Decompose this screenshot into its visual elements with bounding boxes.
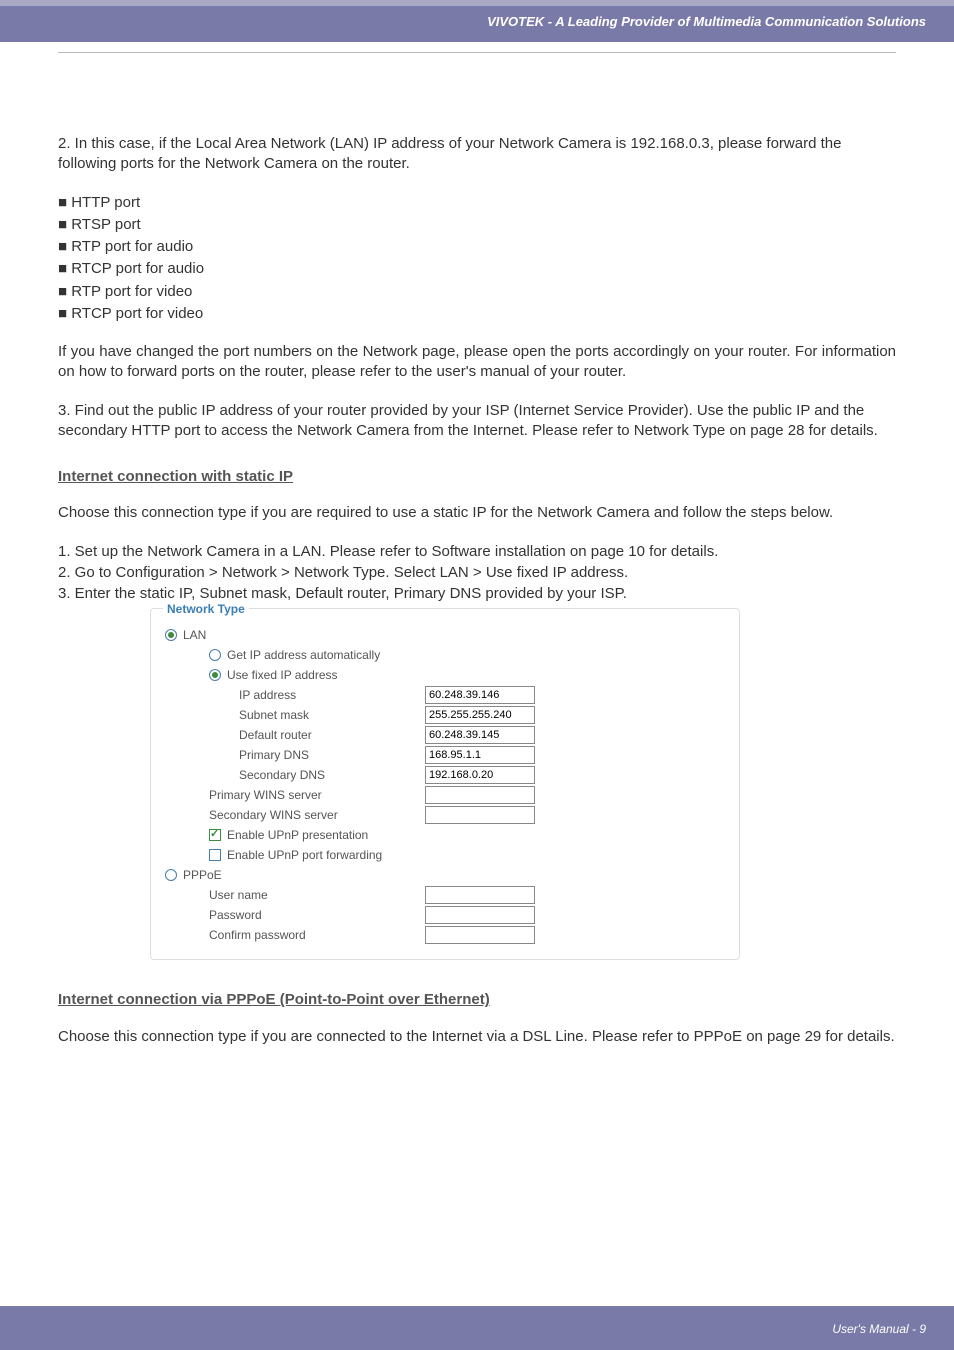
bullet-rtp-video: ■ RTP port for video — [58, 282, 896, 302]
primary-dns-input[interactable] — [425, 746, 535, 764]
default-router-label: Default router — [165, 727, 425, 743]
paragraph-pppoe: Choose this connection type if you are c… — [58, 1027, 896, 1047]
footer-page-number: User's Manual - 9 — [832, 1322, 926, 1336]
upnp-presentation-checkbox-icon — [209, 829, 221, 841]
section-heading-static-ip: Internet connection with static IP — [58, 467, 896, 487]
confirm-password-label: Confirm password — [165, 927, 425, 943]
secondary-dns-label: Secondary DNS — [165, 767, 425, 783]
header-accent — [0, 0, 954, 6]
primary-wins-input[interactable] — [425, 786, 535, 804]
network-type-panel: Network Type LAN Get IP address automati… — [150, 608, 740, 960]
section-heading-pppoe: Internet connection via PPPoE (Point-to-… — [58, 990, 896, 1010]
port-bullet-list: ■ HTTP port ■ RTSP port ■ RTP port for a… — [58, 193, 896, 325]
header-underline — [58, 52, 896, 53]
primary-dns-label: Primary DNS — [165, 747, 425, 763]
subnet-mask-input[interactable] — [425, 706, 535, 724]
page-content: 2. In this case, if the Local Area Netwo… — [0, 42, 954, 1047]
ip-address-input[interactable] — [425, 686, 535, 704]
page-footer: User's Manual - 9 — [0, 1306, 954, 1350]
bullet-rtcp-audio: ■ RTCP port for audio — [58, 259, 896, 279]
upnp-port-forwarding-checkbox-icon — [209, 849, 221, 861]
page-header: VIVOTEK - A Leading Provider of Multimed… — [0, 0, 954, 42]
static-ip-steps: 1. Set up the Network Camera in a LAN. P… — [58, 542, 896, 605]
user-name-label: User name — [165, 887, 425, 903]
secondary-wins-label: Secondary WINS server — [165, 807, 425, 823]
paragraph-static-intro: Choose this connection type if you are r… — [58, 503, 896, 523]
get-ip-auto-radio-icon — [209, 649, 221, 661]
lan-radio-row[interactable]: LAN — [165, 627, 425, 643]
upnp-port-forwarding-label: Enable UPnP port forwarding — [227, 848, 382, 862]
upnp-port-forwarding-row[interactable]: Enable UPnP port forwarding — [165, 847, 425, 863]
bullet-http: ■ HTTP port — [58, 193, 896, 213]
upnp-presentation-row[interactable]: Enable UPnP presentation — [165, 827, 425, 843]
step-1: 1. Set up the Network Camera in a LAN. P… — [58, 542, 896, 562]
password-input[interactable] — [425, 906, 535, 924]
paragraph-step3: 3. Find out the public IP address of you… — [58, 401, 896, 442]
step-2: 2. Go to Configuration > Network > Netwo… — [58, 563, 896, 583]
lan-label: LAN — [183, 628, 206, 642]
bullet-rtcp-video: ■ RTCP port for video — [58, 304, 896, 324]
use-fixed-ip-radio-icon — [209, 669, 221, 681]
upnp-presentation-label: Enable UPnP presentation — [227, 828, 368, 842]
paragraph-step2: 2. In this case, if the Local Area Netwo… — [58, 134, 896, 175]
subnet-mask-label: Subnet mask — [165, 707, 425, 723]
default-router-input[interactable] — [425, 726, 535, 744]
pppoe-radio-icon — [165, 869, 177, 881]
bullet-rtp-audio: ■ RTP port for audio — [58, 237, 896, 257]
use-fixed-ip-label: Use fixed IP address — [227, 668, 338, 682]
confirm-password-input[interactable] — [425, 926, 535, 944]
use-fixed-ip-row[interactable]: Use fixed IP address — [165, 667, 425, 683]
get-ip-auto-label: Get IP address automatically — [227, 648, 380, 662]
password-label: Password — [165, 907, 425, 923]
lan-radio-icon — [165, 629, 177, 641]
bullet-rtsp: ■ RTSP port — [58, 215, 896, 235]
ip-address-label: IP address — [165, 687, 425, 703]
primary-wins-label: Primary WINS server — [165, 787, 425, 803]
panel-legend: Network Type — [163, 601, 249, 617]
header-title: VIVOTEK - A Leading Provider of Multimed… — [487, 14, 926, 29]
pppoe-label: PPPoE — [183, 868, 222, 882]
network-type-panel-wrap: Network Type LAN Get IP address automati… — [150, 608, 740, 960]
get-ip-auto-row[interactable]: Get IP address automatically — [165, 647, 425, 663]
paragraph-port-note: If you have changed the port numbers on … — [58, 342, 896, 383]
secondary-dns-input[interactable] — [425, 766, 535, 784]
pppoe-radio-row[interactable]: PPPoE — [165, 867, 425, 883]
user-name-input[interactable] — [425, 886, 535, 904]
secondary-wins-input[interactable] — [425, 806, 535, 824]
